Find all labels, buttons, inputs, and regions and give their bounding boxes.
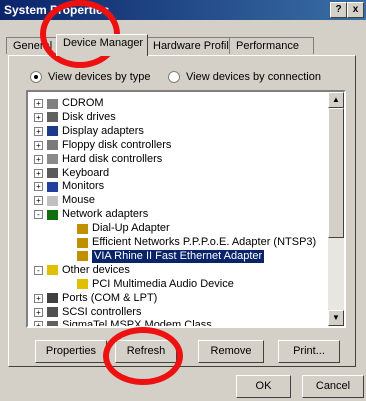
- tree-item-label: Keyboard: [62, 166, 110, 179]
- modem-icon: [47, 320, 58, 326]
- scroll-down-icon[interactable]: ▼: [328, 310, 344, 326]
- cdrom-icon: [47, 98, 58, 109]
- scroll-thumb[interactable]: [328, 108, 344, 238]
- expand-icon[interactable]: +: [34, 182, 43, 192]
- remove-button[interactable]: Remove: [198, 340, 264, 363]
- tree-item-label: Network adapters: [62, 208, 149, 221]
- radio-dot-selected: [30, 71, 42, 83]
- tree-item-label: Monitors: [62, 180, 105, 193]
- tree-item[interactable]: Dial-Up Adapter: [64, 222, 170, 235]
- tree-item[interactable]: - Other devices: [34, 264, 130, 277]
- device-tree[interactable]: + CDROM + Disk drives + Display adapters + Flop…: [26, 90, 346, 328]
- tree-item[interactable]: + Hard disk controllers: [34, 153, 162, 166]
- tree-item-label: Floppy disk controllers: [62, 138, 172, 151]
- network-card-icon: [77, 237, 88, 248]
- tree-item[interactable]: + Ports (COM & LPT): [34, 292, 157, 305]
- tree-item[interactable]: + CDROM: [34, 97, 104, 110]
- view-by-connection-radio[interactable]: View devices by connection: [168, 71, 321, 83]
- expand-icon[interactable]: +: [34, 168, 43, 178]
- highlight-circle-refresh: [103, 327, 183, 385]
- expand-icon[interactable]: +: [34, 321, 43, 326]
- tree-item[interactable]: + Display adapters: [34, 125, 144, 138]
- display-icon: [47, 126, 58, 137]
- port-icon: [47, 293, 58, 304]
- tree-item-label: CDROM: [62, 97, 104, 109]
- expand-icon[interactable]: +: [34, 112, 43, 122]
- tree-item-label: Disk drives: [62, 110, 116, 123]
- tree-item[interactable]: VIA Rhine II Fast Ethernet Adapter: [64, 249, 265, 263]
- tab-performance[interactable]: Performance: [229, 37, 314, 54]
- scroll-up-icon[interactable]: ▲: [328, 92, 344, 108]
- tree-item[interactable]: - Network adapters: [34, 208, 148, 221]
- close-button[interactable]: x: [347, 2, 364, 18]
- disk-drive-icon: [47, 112, 58, 123]
- cancel-button[interactable]: Cancel: [302, 375, 364, 398]
- radio-dot: [168, 71, 180, 83]
- tree-item-label: Mouse: [62, 194, 96, 207]
- tree-item[interactable]: PCI Multimedia Audio Device: [64, 278, 234, 291]
- tree-item-label: Efficient Networks P.P.P.o.E. Adapter (N…: [92, 236, 317, 248]
- collapse-icon[interactable]: -: [34, 210, 43, 220]
- network-icon: [47, 209, 58, 220]
- mouse-icon: [47, 195, 58, 206]
- network-card-icon: [77, 251, 88, 262]
- expand-icon[interactable]: +: [34, 99, 43, 108]
- keyboard-icon: [47, 168, 58, 178]
- expand-icon[interactable]: +: [34, 293, 43, 303]
- tree-item[interactable]: + Mouse: [34, 194, 95, 207]
- tree-item-label: Display adapters: [62, 124, 144, 137]
- tree-item-label: PCI Multimedia Audio Device: [92, 277, 234, 290]
- tree-item[interactable]: + Disk drives: [34, 111, 116, 124]
- network-card-icon: [77, 223, 88, 234]
- expand-icon[interactable]: +: [34, 126, 43, 136]
- expand-icon[interactable]: +: [34, 154, 43, 164]
- view-by-type-label: View devices by type: [48, 71, 151, 83]
- expand-icon[interactable]: +: [34, 196, 43, 206]
- help-button[interactable]: ?: [330, 2, 347, 18]
- tree-item[interactable]: + SigmaTel MSPX Modem Class: [34, 319, 212, 326]
- properties-button[interactable]: Properties: [35, 340, 107, 363]
- floppy-icon: [47, 140, 58, 151]
- tab-hardware-profiles[interactable]: Hardware Profiles: [146, 37, 240, 54]
- tree-item-label: Other devices: [62, 263, 130, 276]
- tab-device-manager[interactable]: Device Manager: [56, 34, 148, 56]
- ok-button[interactable]: OK: [236, 375, 291, 398]
- tree-item-label: Ports (COM & LPT): [62, 291, 158, 304]
- expand-icon[interactable]: +: [34, 140, 43, 150]
- question-icon: [77, 279, 88, 290]
- tree-item[interactable]: + Monitors: [34, 180, 104, 193]
- monitor-icon: [47, 181, 58, 192]
- tree-item-label: Dial-Up Adapter: [92, 222, 170, 235]
- vertical-scrollbar[interactable]: ▲ ▼: [328, 92, 344, 326]
- tree-item-label: Hard disk controllers: [62, 152, 163, 165]
- tree-item[interactable]: + Keyboard: [34, 167, 109, 180]
- collapse-icon[interactable]: -: [34, 265, 43, 275]
- hard-disk-icon: [47, 154, 58, 165]
- scsi-icon: [47, 307, 58, 317]
- expand-icon[interactable]: +: [34, 307, 43, 317]
- view-by-connection-label: View devices by connection: [186, 71, 321, 83]
- tree-item[interactable]: + Floppy disk controllers: [34, 139, 171, 152]
- tree-item[interactable]: Efficient Networks P.P.P.o.E. Adapter (N…: [64, 236, 316, 249]
- tree-item[interactable]: + SCSI controllers: [34, 306, 141, 319]
- view-by-type-radio[interactable]: View devices by type: [30, 71, 151, 83]
- tree-item-label: SCSI controllers: [62, 305, 142, 318]
- tree-item-label: VIA Rhine II Fast Ethernet Adapter: [92, 249, 265, 263]
- question-icon: [47, 265, 58, 276]
- print-button[interactable]: Print...: [278, 340, 340, 363]
